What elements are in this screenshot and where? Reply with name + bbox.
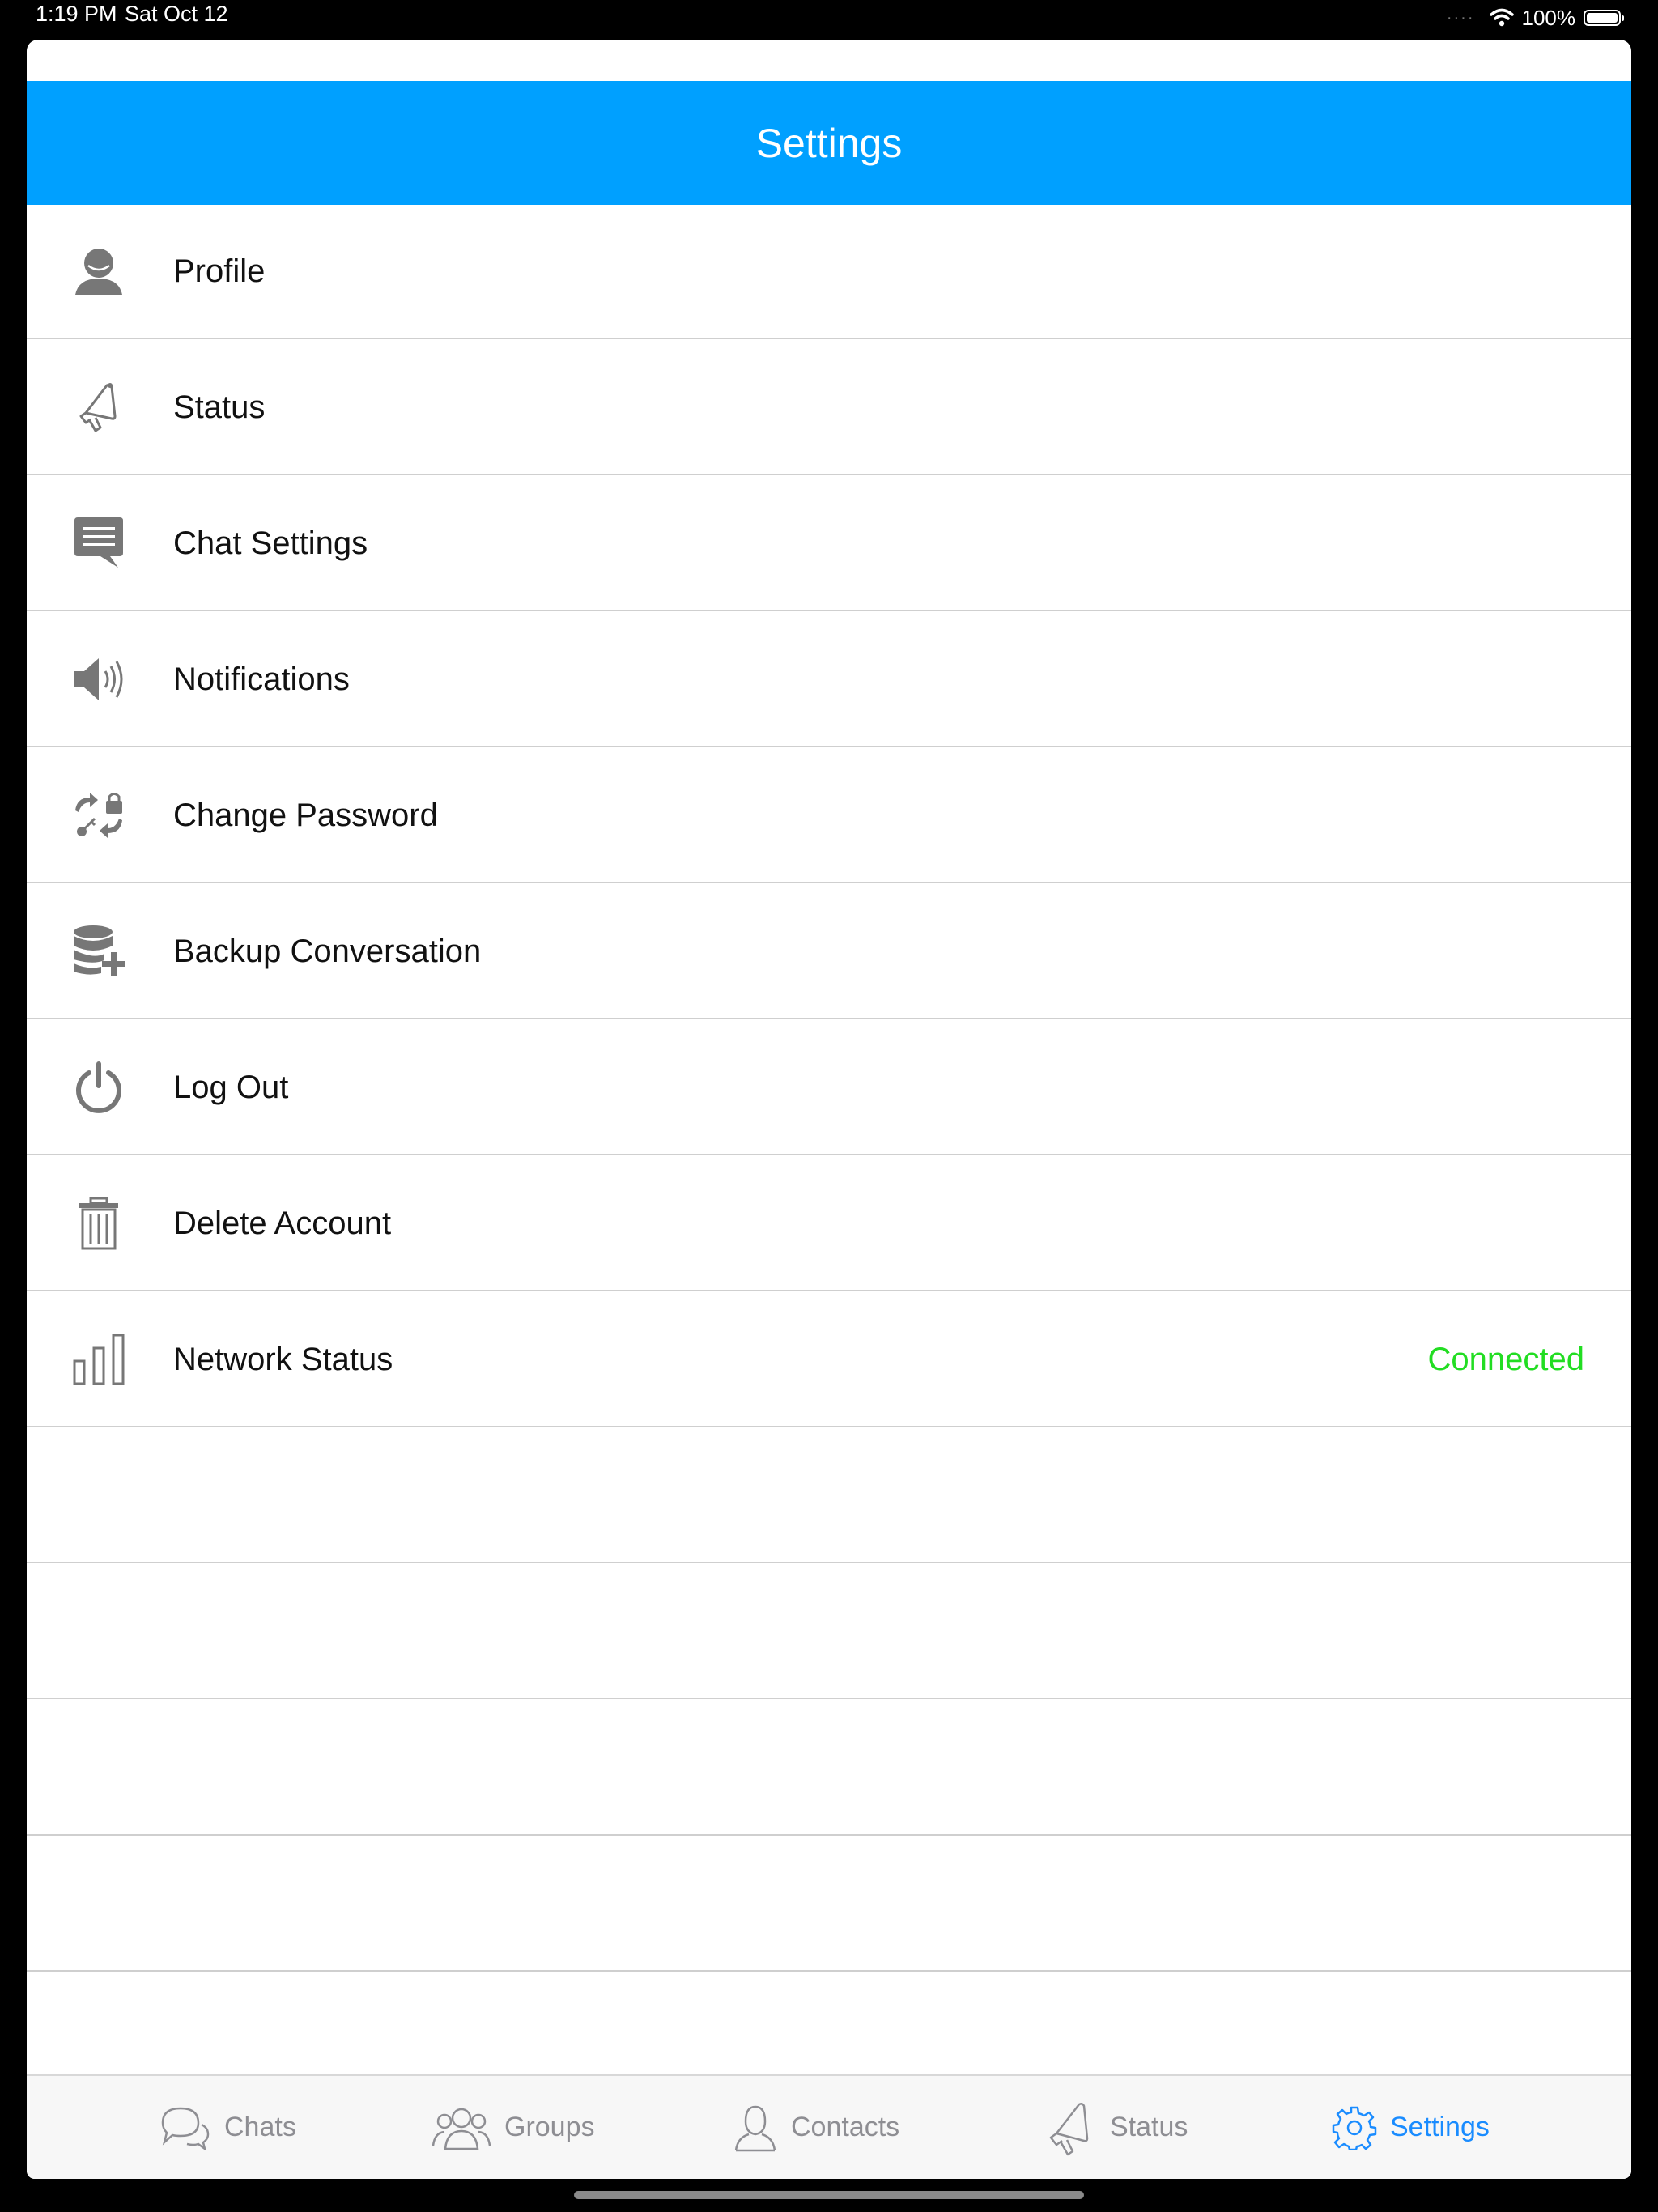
- signal-bars-icon: [70, 1331, 127, 1388]
- home-indicator[interactable]: [574, 2191, 1084, 2199]
- settings-item-label: Delete Account: [173, 1205, 392, 1241]
- tab-label: Chats: [224, 2112, 296, 2142]
- settings-list: Profile Status Chat Settings Notificatio…: [27, 205, 1631, 1973]
- tab-bar: Chats Groups Contacts Status Settings: [27, 2074, 1631, 2179]
- speaker-icon: [70, 651, 127, 708]
- settings-item-label: Change Password: [173, 797, 438, 833]
- tab-label: Groups: [504, 2112, 595, 2142]
- wifi-icon: [1489, 8, 1514, 27]
- status-time: 1:19 PM: [36, 2, 117, 26]
- chats-icon: [161, 2107, 210, 2150]
- settings-item-chat-settings[interactable]: Chat Settings: [27, 477, 1631, 611]
- settings-item-label: Network Status: [173, 1341, 393, 1377]
- network-status-value: Connected: [1427, 1341, 1584, 1377]
- tab-label: Settings: [1390, 2112, 1490, 2142]
- settings-item-label: Log Out: [173, 1069, 289, 1105]
- tab-groups[interactable]: Groups: [432, 2076, 595, 2179]
- page-title: Settings: [755, 120, 903, 166]
- settings-item-label: Chat Settings: [173, 525, 368, 561]
- settings-item-label: Backup Conversation: [173, 933, 482, 969]
- battery-percent: 100%: [1521, 5, 1576, 30]
- contact-icon: [734, 2105, 776, 2151]
- empty-row: [27, 1565, 1631, 1699]
- settings-item-network-status[interactable]: Network Status Connected: [27, 1293, 1631, 1427]
- settings-item-label: Profile: [173, 253, 266, 289]
- tab-label: Contacts: [791, 2112, 900, 2142]
- empty-row: [27, 1701, 1631, 1836]
- tab-settings[interactable]: Settings: [1332, 2076, 1490, 2179]
- settings-item-change-password[interactable]: Change Password: [27, 749, 1631, 883]
- tab-contacts[interactable]: Contacts: [733, 2076, 899, 2179]
- settings-item-backup-conversation[interactable]: Backup Conversation: [27, 885, 1631, 1019]
- password-change-icon: [70, 787, 127, 844]
- status-date: Sat Oct 12: [125, 2, 228, 26]
- megaphone-icon: [1049, 2102, 1089, 2155]
- settings-item-label: Notifications: [173, 661, 350, 697]
- tab-status[interactable]: Status: [1044, 2076, 1188, 2179]
- settings-item-notifications[interactable]: Notifications: [27, 613, 1631, 747]
- status-bar: 1:19 PM Sat Oct 12 ···· 100%: [0, 0, 1658, 39]
- tab-chats[interactable]: Chats: [158, 2076, 296, 2179]
- settings-item-delete-account[interactable]: Delete Account: [27, 1157, 1631, 1291]
- gear-icon: [1332, 2106, 1377, 2150]
- settings-item-label: Status: [173, 389, 266, 425]
- nav-bar: Settings: [27, 81, 1631, 205]
- settings-item-status[interactable]: Status: [27, 341, 1631, 475]
- tab-label: Status: [1110, 2112, 1188, 2142]
- settings-item-profile[interactable]: Profile: [27, 205, 1631, 339]
- groups-icon: [432, 2108, 491, 2150]
- profile-icon: [70, 243, 127, 300]
- settings-sheet: Settings Profile Status Chat Settings No…: [27, 40, 1631, 2179]
- database-add-icon: [70, 923, 127, 980]
- megaphone-icon: [70, 379, 127, 436]
- trash-icon: [70, 1195, 127, 1252]
- cellular-icon: ····: [1446, 8, 1475, 27]
- empty-row: [27, 1429, 1631, 1563]
- power-icon: [70, 1059, 127, 1116]
- settings-item-log-out[interactable]: Log Out: [27, 1021, 1631, 1155]
- battery-icon: [1584, 10, 1624, 26]
- status-right: ···· 100%: [1446, 3, 1624, 32]
- chat-bubble-icon: [70, 515, 127, 572]
- empty-row: [27, 1837, 1631, 1972]
